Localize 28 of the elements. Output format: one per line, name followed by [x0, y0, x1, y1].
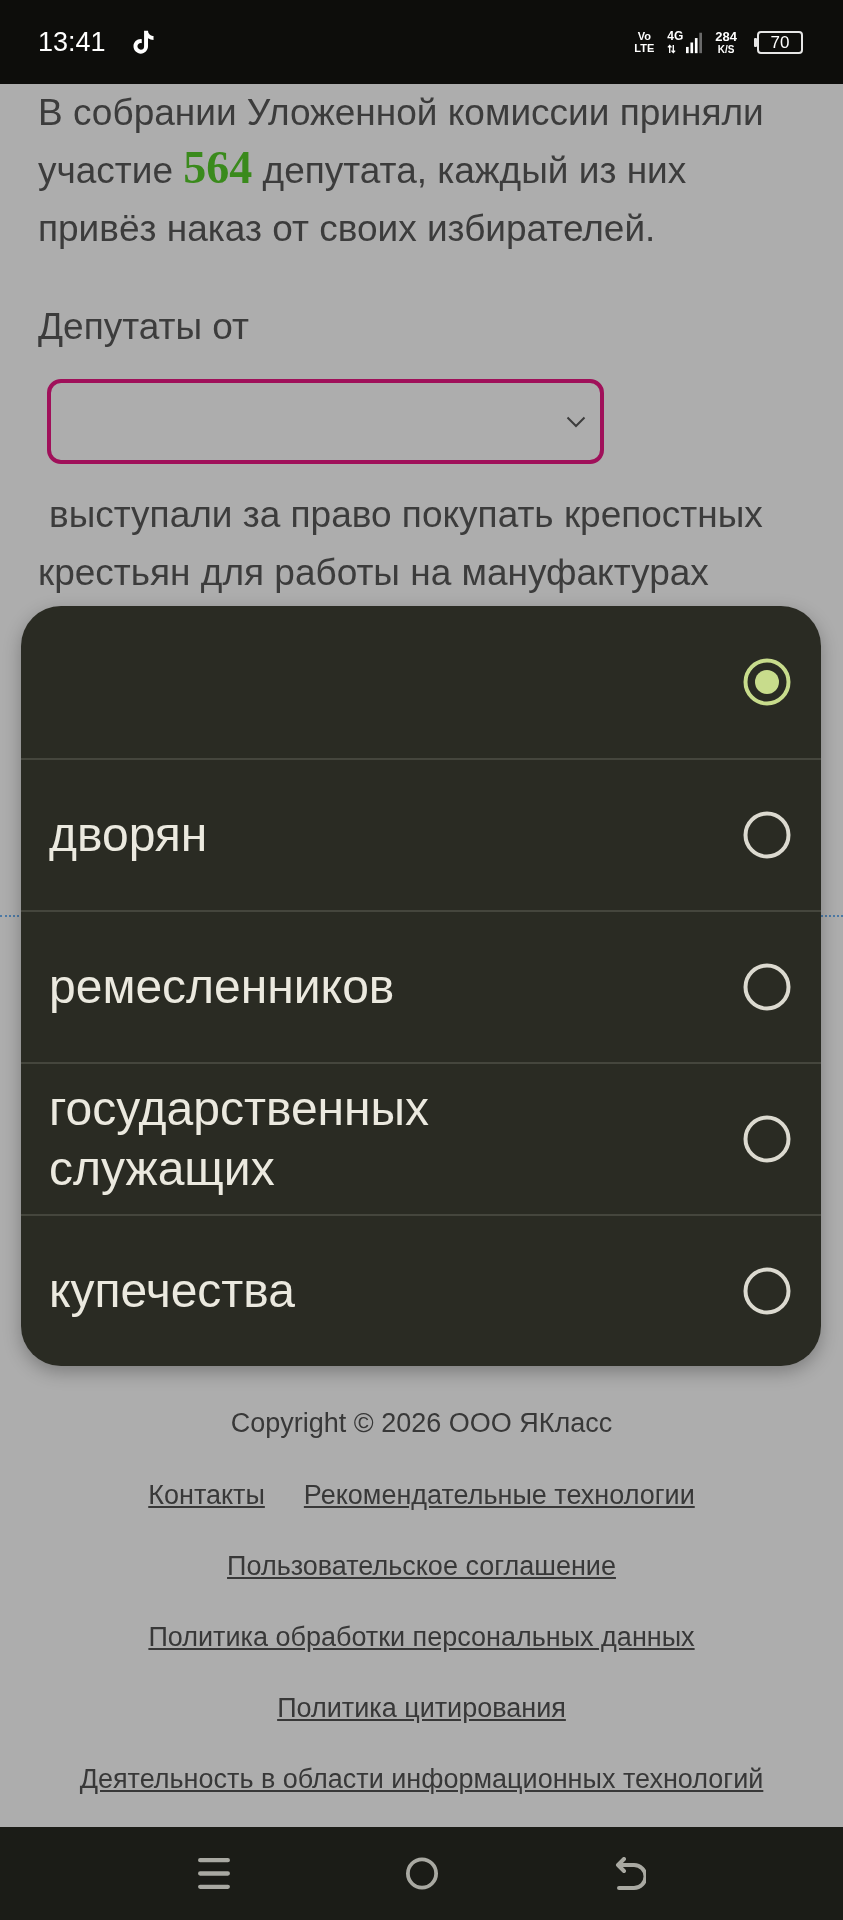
dropdown-option[interactable]: ремесленников	[21, 910, 821, 1062]
volte-indicator: Vo LTE	[634, 30, 655, 54]
dropdown-select[interactable]	[47, 379, 604, 464]
dropdown-option[interactable]: государственных служащих	[21, 1062, 821, 1214]
dropdown-option[interactable]: дворян	[21, 758, 821, 910]
footer-link[interactable]: Контакты	[148, 1477, 265, 1512]
home-icon[interactable]	[405, 1857, 438, 1890]
prompt-text: Депутаты от	[38, 305, 250, 349]
dropdown-option[interactable]: купечества	[21, 1214, 821, 1366]
data-arrows-icon	[667, 44, 677, 54]
footer-link[interactable]: Пользовательское соглашение	[227, 1548, 616, 1583]
battery-indicator: 70	[754, 30, 803, 54]
sentence-text: выступали за право покупать крепостных крестьян для работы на мануфактурах	[38, 493, 764, 595]
signal-icon	[686, 30, 703, 54]
music-note-icon	[131, 30, 155, 54]
footer-link[interactable]: Деятельность в области информационных технологий	[79, 1761, 764, 1796]
network-type: 4G	[667, 30, 684, 43]
question-paragraph: В собрании Уложенной комиссии приняли участие 564 депутата, каждый из них привёз наказ от своих избирателей.	[38, 91, 765, 251]
network-speed: 284	[715, 29, 737, 44]
footer-link[interactable]: Политика обработки персональных данных	[148, 1619, 695, 1654]
back-icon[interactable]	[613, 1857, 646, 1890]
copyright-text: Copyright © 2026 ООО ЯКласс	[229, 1407, 614, 1440]
footer-link[interactable]: Рекомендательные технологии	[303, 1477, 695, 1512]
footer-link[interactable]: Политика цитирования	[277, 1690, 566, 1725]
menu-icon[interactable]	[197, 1857, 230, 1890]
status-time: 13:41	[38, 26, 106, 58]
chevron-down-icon	[566, 415, 586, 428]
speed-unit: K/S	[717, 43, 735, 55]
